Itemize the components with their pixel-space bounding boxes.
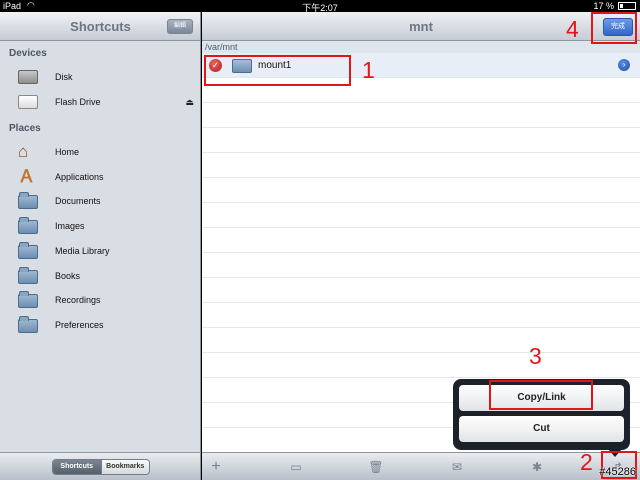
sidebar-header: Shortcuts 編輯 [0, 12, 200, 41]
sidebar-item-label: Recordings [55, 295, 101, 305]
empty-row [202, 353, 640, 378]
books-folder-icon [18, 267, 38, 284]
status-bar: iPad ◠ 下午2:07 17 % [0, 0, 640, 13]
empty-row [202, 153, 640, 178]
sidebar-item-media-library[interactable]: Media Library [0, 240, 200, 264]
disk-icon [18, 70, 38, 84]
sidebar-item-images[interactable]: Images [0, 215, 200, 239]
sidebar-item-applications[interactable]: Ａ Applications [0, 166, 200, 190]
sidebar-item-label: Home [55, 147, 80, 157]
cut-button[interactable]: Cut [459, 416, 624, 442]
devices-section-title: Devices [9, 48, 47, 59]
images-folder-icon [18, 217, 38, 234]
annotation-number-4: 4 [566, 16, 579, 42]
battery-icon [618, 2, 636, 10]
sidebar-item-label: Books [55, 271, 81, 281]
empty-row [202, 303, 640, 328]
sidebar-item-label: Applications [55, 172, 104, 182]
sidebar-item-label: Documents [55, 196, 101, 206]
trash-icon[interactable]: 🗑 [368, 459, 384, 475]
annotation-number-1: 1 [362, 57, 375, 83]
annotation-number-2: 2 [580, 449, 593, 475]
annotation-number-3: 3 [529, 343, 542, 369]
watermark: #45286 [599, 466, 636, 478]
mail-icon[interactable]: ✉ [449, 459, 465, 475]
tab-shortcuts[interactable]: Shortcuts [53, 460, 101, 474]
sidebar-footer: Shortcuts Bookmarks [0, 452, 200, 480]
empty-row [202, 328, 640, 353]
bluetooth-icon[interactable]: ✱ [529, 459, 545, 475]
edit-button[interactable]: 編輯 [167, 19, 193, 34]
preferences-folder-icon [18, 316, 38, 333]
sidebar-item-label: Images [55, 221, 85, 231]
disclosure-arrow-icon[interactable]: › [618, 59, 630, 71]
sidebar-item-label: Disk [55, 72, 73, 82]
empty-row [202, 203, 640, 228]
sidebar-item-documents[interactable]: Documents [0, 190, 200, 214]
flash-drive-icon [18, 95, 38, 109]
bottom-toolbar: + ▭ 🗑 ✉ ✱ ↱ [202, 452, 640, 480]
shortcuts-bookmarks-toggle: Shortcuts Bookmarks [52, 459, 150, 475]
empty-row [202, 103, 640, 128]
rename-icon[interactable]: ▭ [288, 459, 304, 475]
sidebar-item-books[interactable]: Books [0, 265, 200, 289]
annotation-box-1 [204, 55, 351, 86]
eject-icon[interactable]: ⏏ [185, 97, 194, 108]
empty-row [202, 128, 640, 153]
sidebar-item-label: Flash Drive [55, 97, 101, 107]
places-section-title: Places [9, 123, 41, 134]
tab-bookmarks[interactable]: Bookmarks [100, 460, 149, 474]
sidebar-item-recordings[interactable]: Recordings [0, 289, 200, 313]
sidebar-item-label: Media Library [55, 246, 110, 256]
home-icon: ⌂ [18, 142, 29, 161]
sidebar-item-label: Preferences [55, 320, 104, 330]
documents-folder-icon [18, 192, 38, 209]
empty-row [202, 253, 640, 278]
sidebar-item-preferences[interactable]: Preferences [0, 314, 200, 338]
annotation-box-3 [489, 380, 593, 410]
empty-row [202, 178, 640, 203]
media-library-folder-icon [18, 242, 38, 259]
sidebar-item-disk[interactable]: Disk [0, 66, 200, 90]
add-icon[interactable]: + [208, 459, 224, 475]
empty-row [202, 228, 640, 253]
recordings-folder-icon [18, 291, 38, 308]
sidebar: Shortcuts 編輯 Devices Disk Flash Drive ⏏ … [0, 12, 201, 480]
empty-row [202, 278, 640, 303]
applications-icon: Ａ [18, 167, 35, 186]
annotation-box-4 [591, 12, 637, 44]
sidebar-item-home[interactable]: ⌂ Home [0, 141, 200, 165]
sidebar-item-flash-drive[interactable]: Flash Drive ⏏ [0, 91, 200, 115]
battery-percent: 17 % [593, 1, 614, 11]
